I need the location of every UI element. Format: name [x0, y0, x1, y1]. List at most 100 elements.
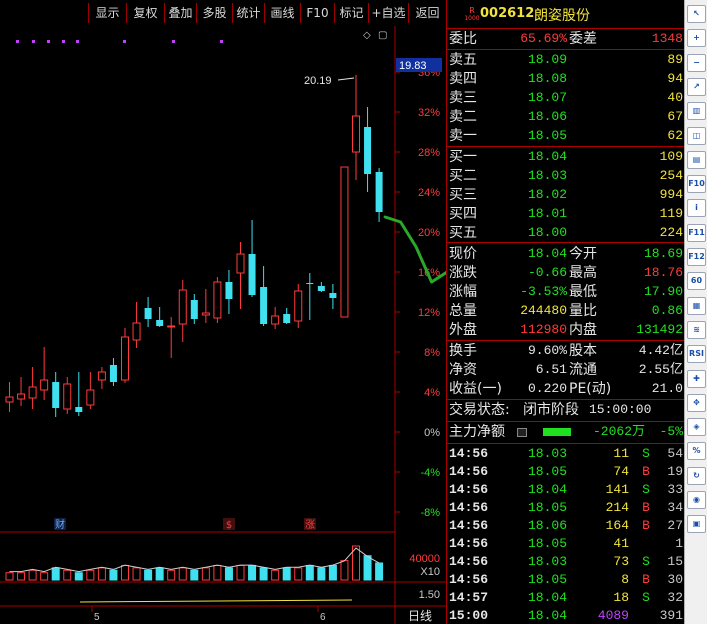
quote-row: 涨幅 -3.53% 最低 17.90: [449, 283, 683, 301]
kline-chart[interactable]: 36%32%28%24%20%16%12%8%4%0%-4%-8%19.83◇ ▢…: [0, 26, 446, 624]
overlay-button[interactable]: 叠加: [164, 3, 196, 23]
candle[interactable]: [121, 328, 129, 383]
candle[interactable]: [167, 317, 176, 358]
period-label[interactable]: 日线: [408, 609, 432, 623]
candle[interactable]: [271, 307, 280, 329]
collapse-icon[interactable]: ▢: [378, 30, 387, 41]
quote-label: 外盘: [449, 322, 477, 338]
ask-label: 卖三: [449, 90, 477, 106]
candle[interactable]: [317, 282, 325, 292]
diamond-icon[interactable]: ◇: [363, 30, 371, 41]
candle[interactable]: [213, 277, 222, 323]
trade-volume: 11: [613, 446, 629, 461]
cross-icon[interactable]: ✚: [687, 369, 706, 388]
candle[interactable]: [248, 220, 256, 297]
zoom-in-icon[interactable]: +: [687, 29, 706, 48]
arrow-icon[interactable]: ↖: [687, 5, 706, 23]
candle[interactable]: [63, 377, 72, 414]
candle[interactable]: [201, 289, 210, 323]
display-button[interactable]: 显示: [88, 3, 126, 23]
event-marker: 涨: [305, 519, 315, 531]
stack-icon[interactable]: ▣: [687, 515, 706, 534]
candle[interactable]: [109, 358, 117, 386]
volume-bar: [248, 564, 257, 581]
candle[interactable]: [190, 294, 198, 324]
draw-line-button[interactable]: 画线: [264, 3, 300, 23]
candle[interactable]: [52, 372, 60, 417]
candle[interactable]: [5, 382, 14, 412]
candle[interactable]: [329, 284, 337, 309]
event-dot: [220, 40, 223, 43]
ask-volume: 62: [667, 128, 683, 143]
candle[interactable]: [294, 284, 303, 328]
sixty-icon[interactable]: 60: [687, 272, 706, 291]
candle[interactable]: [156, 307, 164, 327]
back-button[interactable]: 返回: [408, 3, 446, 23]
candle[interactable]: [17, 377, 26, 406]
candle[interactable]: [364, 107, 372, 192]
refresh-icon[interactable]: ↻: [687, 466, 706, 485]
candle[interactable]: [28, 367, 37, 409]
trade-count: 33: [667, 482, 683, 497]
kline-icon[interactable]: ◫: [687, 126, 706, 145]
candle[interactable]: [97, 367, 106, 389]
candle[interactable]: [75, 372, 83, 416]
trade-price: 18.04: [527, 608, 567, 623]
statistics-button[interactable]: 统计: [232, 3, 264, 23]
quote-value: 244480: [520, 303, 567, 318]
quote-label: 今开: [569, 246, 597, 262]
netflow-menu-icon[interactable]: [517, 428, 527, 437]
candle[interactable]: [144, 297, 152, 327]
x-tick-label: 6: [320, 612, 326, 623]
trade-price: 18.05: [527, 572, 567, 587]
candle[interactable]: [132, 302, 141, 348]
pin-icon[interactable]: ◉: [687, 491, 706, 509]
rsi-icon[interactable]: RSI: [687, 345, 706, 364]
bars-icon[interactable]: ▥: [687, 102, 706, 121]
candle[interactable]: [306, 273, 314, 320]
bid-label: 买四: [449, 206, 477, 222]
f10-button[interactable]: F10: [300, 3, 334, 23]
f10-icon[interactable]: F10: [687, 175, 706, 194]
ratio-icon[interactable]: %: [687, 442, 706, 461]
f11-icon[interactable]: F11: [687, 223, 706, 242]
stat-row: 换手 9.60% 股本 4.42亿: [449, 342, 683, 360]
adjust-button[interactable]: 复权: [126, 3, 164, 23]
candle[interactable]: [225, 270, 233, 314]
add-watchlist-button[interactable]: +自选: [368, 3, 408, 23]
candle[interactable]: [236, 242, 245, 309]
trade-time: 14:56: [449, 500, 489, 515]
bid-price: 18.00: [527, 225, 567, 240]
trade-status-row: 交易状态: 闭市阶段 15:00:00: [449, 401, 683, 419]
candle[interactable]: [86, 372, 95, 409]
stat-label: 股本: [569, 343, 597, 359]
quote-value: 0.86: [651, 303, 683, 318]
mark-button[interactable]: 标记: [334, 3, 368, 23]
volume-bar: [178, 567, 187, 581]
candle[interactable]: [283, 308, 291, 324]
book-icon[interactable]: ▤: [687, 150, 706, 169]
trade-row: 14:56 18.03 11 S 54: [449, 445, 683, 463]
f12-icon[interactable]: F12: [687, 248, 706, 266]
candle[interactable]: [260, 266, 268, 326]
trade-volume: 164: [605, 518, 629, 533]
trade-row: 14:56 18.05 74 B 19: [449, 463, 683, 481]
info-icon[interactable]: i: [687, 199, 706, 218]
candle[interactable]: [340, 166, 349, 318]
badge-top: R: [469, 6, 475, 15]
candle[interactable]: [375, 168, 383, 222]
volume-bar: [86, 569, 95, 581]
candle[interactable]: [352, 75, 360, 180]
trend-icon[interactable]: ↗: [687, 77, 706, 96]
volume-bar: [74, 572, 83, 581]
zoom-out-icon[interactable]: −: [687, 53, 706, 72]
move-icon[interactable]: ✥: [687, 393, 706, 412]
candle[interactable]: [178, 280, 187, 342]
flow-icon[interactable]: ◈: [687, 418, 706, 437]
candle[interactable]: [40, 347, 49, 400]
wave-icon[interactable]: ≋: [687, 320, 706, 339]
grid-icon[interactable]: ▦: [687, 296, 706, 315]
ratio-label: 委比: [449, 31, 477, 47]
y-tick-label: -8%: [420, 507, 440, 519]
multi-stock-button[interactable]: 多股: [196, 3, 232, 23]
